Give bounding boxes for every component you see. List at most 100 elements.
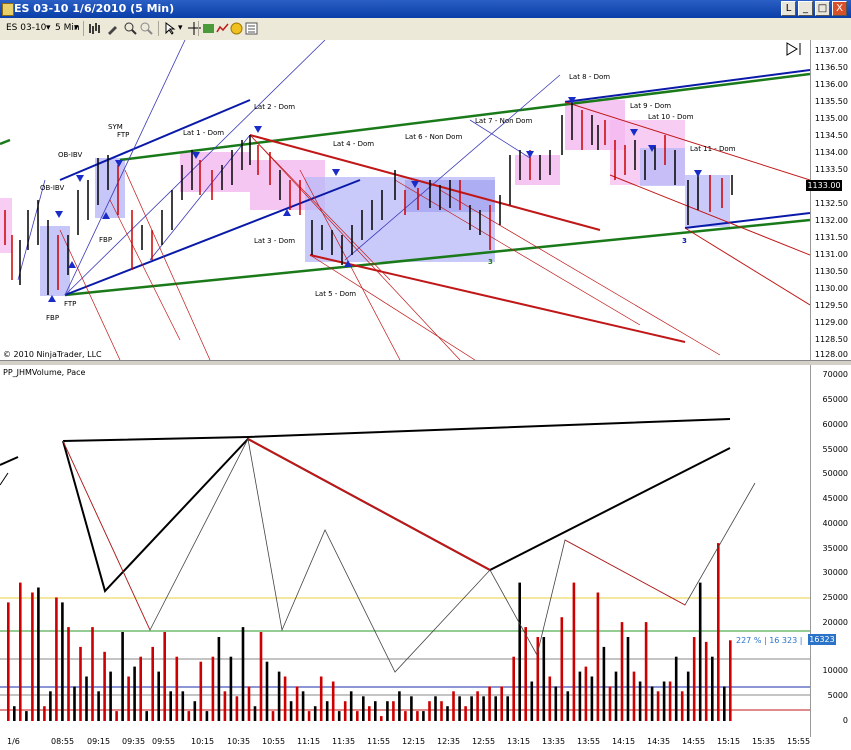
zigzag-red-thin — [62, 440, 151, 631]
toolbar-divider — [158, 21, 159, 36]
x-tick-label: 10:35 — [227, 737, 251, 746]
volume-bar — [686, 671, 690, 721]
volume-bar — [181, 691, 185, 721]
y-tick-label: 1136.00 — [814, 80, 848, 89]
trendline-green — [0, 138, 11, 146]
zigzag-gray — [62, 437, 756, 673]
annotation-label: OB-IBV — [58, 151, 83, 159]
volume-chart — [0, 418, 810, 721]
volume-bar — [193, 701, 197, 721]
y-tick-label: 1131.50 — [814, 233, 848, 242]
properties-icon[interactable] — [230, 22, 243, 35]
annotation-label: Lat 3 - Dom — [254, 237, 296, 245]
volume-bar — [25, 711, 28, 721]
volume-bar — [632, 671, 636, 721]
volume-bar — [476, 691, 479, 721]
annotation-label: Lat 11 - Dom — [690, 145, 736, 153]
indicator-icon[interactable] — [216, 22, 229, 35]
volume-bar — [518, 582, 521, 721]
bar-type-icon[interactable] — [88, 22, 101, 35]
volume-panel[interactable] — [0, 365, 810, 735]
volume-bar — [133, 666, 136, 721]
volume-bar — [711, 656, 714, 721]
play-icon — [786, 42, 801, 56]
x-tick-label: 13:55 — [577, 737, 601, 746]
pace-percent-label: 227 % | 16 323 | — [736, 636, 803, 645]
cursor-icon[interactable] — [164, 22, 177, 35]
toolbar-divider — [83, 21, 84, 36]
y-tick-label: 10000 — [822, 666, 848, 675]
app-icon — [2, 3, 14, 16]
instrument-selector[interactable]: ES 03-10 — [6, 21, 46, 36]
volume-bar — [211, 656, 215, 721]
volume-bar — [566, 691, 570, 721]
y-tick-label: 25000 — [822, 593, 848, 602]
volume-bar — [554, 686, 558, 721]
annotation-label: FBP — [46, 314, 60, 322]
volume-bar — [283, 676, 287, 721]
volume-y-axis[interactable]: 70000 65000 60000 55000 50000 45000 4000… — [810, 365, 851, 737]
volume-bar — [145, 711, 148, 721]
annotation-label: OB-IBV — [40, 184, 65, 192]
volume-bar — [692, 637, 696, 721]
annotation-label: Lat 4 - Dom — [333, 140, 375, 148]
volume-bar — [668, 681, 672, 721]
price-panel[interactable] — [0, 39, 811, 361]
volume-bar — [416, 711, 419, 721]
strategy-icon[interactable] — [202, 22, 215, 35]
volume-bar — [151, 646, 154, 721]
volume-bar — [241, 627, 245, 721]
price-y-axis[interactable]: 1137.00 1136.50 1136.00 1135.50 1135.00 … — [810, 40, 851, 360]
volume-bar — [331, 681, 335, 721]
y-tick-label: 65000 — [822, 395, 848, 404]
y-tick-label: 1132.50 — [814, 199, 848, 208]
volume-bar — [680, 691, 684, 721]
annotation-label: FTP — [117, 131, 130, 139]
volume-bar — [500, 686, 503, 721]
maximize-button[interactable]: □ — [815, 1, 830, 16]
volume-bar — [656, 691, 660, 721]
volume-bar — [404, 711, 407, 721]
annotation-label: Lat 7 - Non Dom — [475, 117, 533, 125]
volume-bar — [729, 640, 732, 721]
volume-bar — [392, 701, 395, 721]
close-button[interactable]: X — [832, 1, 847, 16]
volume-bar — [61, 602, 64, 721]
volume-bar — [410, 696, 413, 721]
volume-bar — [187, 711, 191, 721]
volume-bar — [380, 716, 383, 721]
volume-bar — [31, 592, 34, 721]
data-box-icon[interactable] — [245, 22, 258, 35]
pencil-icon[interactable] — [106, 22, 119, 35]
zoom-out-icon[interactable] — [140, 22, 153, 35]
volume-bar — [488, 686, 491, 721]
chevron-down-icon[interactable]: ▾ — [74, 21, 79, 36]
y-tick-label: 1133.50 — [814, 165, 848, 174]
volume-bar — [205, 711, 209, 721]
y-tick-label: 1134.50 — [814, 131, 848, 140]
volume-bar — [548, 676, 552, 721]
volume-bar — [464, 706, 467, 721]
y-tick-label: 1135.50 — [814, 97, 848, 106]
volume-bar — [620, 622, 624, 721]
y-tick-label: 20000 — [822, 618, 848, 627]
volume-bar — [506, 696, 509, 721]
annotation-label: Lat 2 - Dom — [254, 103, 296, 111]
chart-toolbar: ES 03-10 ▾ 5 Min ▾ ▾ — [0, 18, 851, 41]
x-tick-label: 08:55 — [51, 737, 75, 746]
y-tick-label: 1134.00 — [814, 148, 848, 157]
crosshair-icon[interactable] — [188, 22, 201, 35]
y-tick-label: 1129.50 — [814, 301, 848, 310]
minimize-button[interactable]: _ — [798, 1, 813, 16]
chevron-down-icon[interactable]: ▾ — [178, 21, 183, 36]
y-tick-label: 45000 — [822, 494, 848, 503]
lock-button[interactable]: L — [781, 1, 796, 16]
chevron-down-icon[interactable]: ▾ — [46, 21, 51, 36]
volume-bar — [614, 671, 618, 721]
volume-bar — [368, 706, 371, 721]
zoom-in-icon[interactable] — [124, 22, 137, 35]
volume-bar — [127, 676, 130, 721]
y-tick-label: 1130.00 — [814, 284, 848, 293]
zigzag-black — [0, 456, 19, 466]
volume-bar — [422, 711, 425, 721]
